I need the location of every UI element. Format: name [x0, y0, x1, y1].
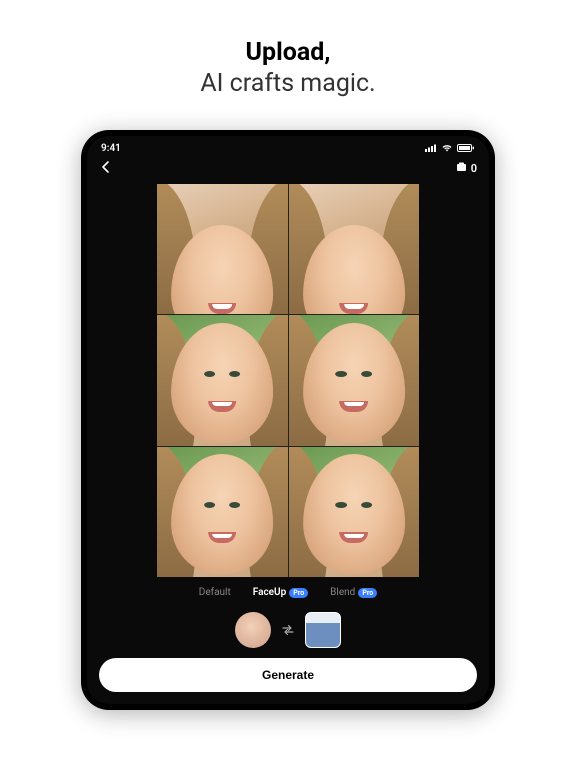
- tab-faceup[interactable]: FaceUp Pro: [253, 587, 308, 598]
- nav-bar: 0: [87, 157, 489, 180]
- result-cell[interactable]: [289, 184, 420, 315]
- result-cell[interactable]: [289, 447, 420, 578]
- signal-icon: [425, 144, 437, 152]
- target-image-thumb[interactable]: [305, 612, 341, 648]
- wifi-icon: [441, 144, 453, 152]
- swap-row: [87, 606, 489, 658]
- mode-tabs: Default FaceUp Pro Blend Pro: [87, 577, 489, 606]
- credits-counter[interactable]: 0: [456, 162, 477, 175]
- result-cell[interactable]: [157, 184, 288, 315]
- source-face-thumb[interactable]: [235, 612, 271, 648]
- battery-icon: [457, 144, 475, 152]
- credits-icon: [456, 162, 468, 175]
- status-indicators: [425, 144, 475, 152]
- result-cell[interactable]: [157, 315, 288, 446]
- tab-label: FaceUp: [253, 587, 287, 598]
- tab-label: Blend: [330, 587, 355, 598]
- pro-badge: Pro: [358, 588, 377, 598]
- generate-button[interactable]: Generate: [99, 658, 477, 692]
- device-frame: 9:41 0: [81, 130, 495, 710]
- marketing-headline: Upload, AI crafts magic.: [200, 38, 375, 98]
- back-button[interactable]: [99, 159, 113, 178]
- swap-icon: [281, 621, 295, 640]
- result-cell[interactable]: [157, 447, 288, 578]
- results-grid: [157, 184, 419, 578]
- app-screen: 9:41 0: [87, 136, 489, 704]
- credits-value: 0: [471, 162, 477, 175]
- tab-default[interactable]: Default: [199, 587, 231, 598]
- tab-label: Default: [199, 587, 231, 598]
- status-bar: 9:41: [87, 140, 489, 157]
- tab-blend[interactable]: Blend Pro: [330, 587, 377, 598]
- results-area: [87, 180, 489, 578]
- result-cell[interactable]: [289, 315, 420, 446]
- status-time: 9:41: [101, 143, 121, 154]
- pro-badge: Pro: [289, 588, 308, 598]
- headline-sub: AI crafts magic.: [200, 69, 375, 98]
- headline-bold: Upload,: [200, 38, 375, 67]
